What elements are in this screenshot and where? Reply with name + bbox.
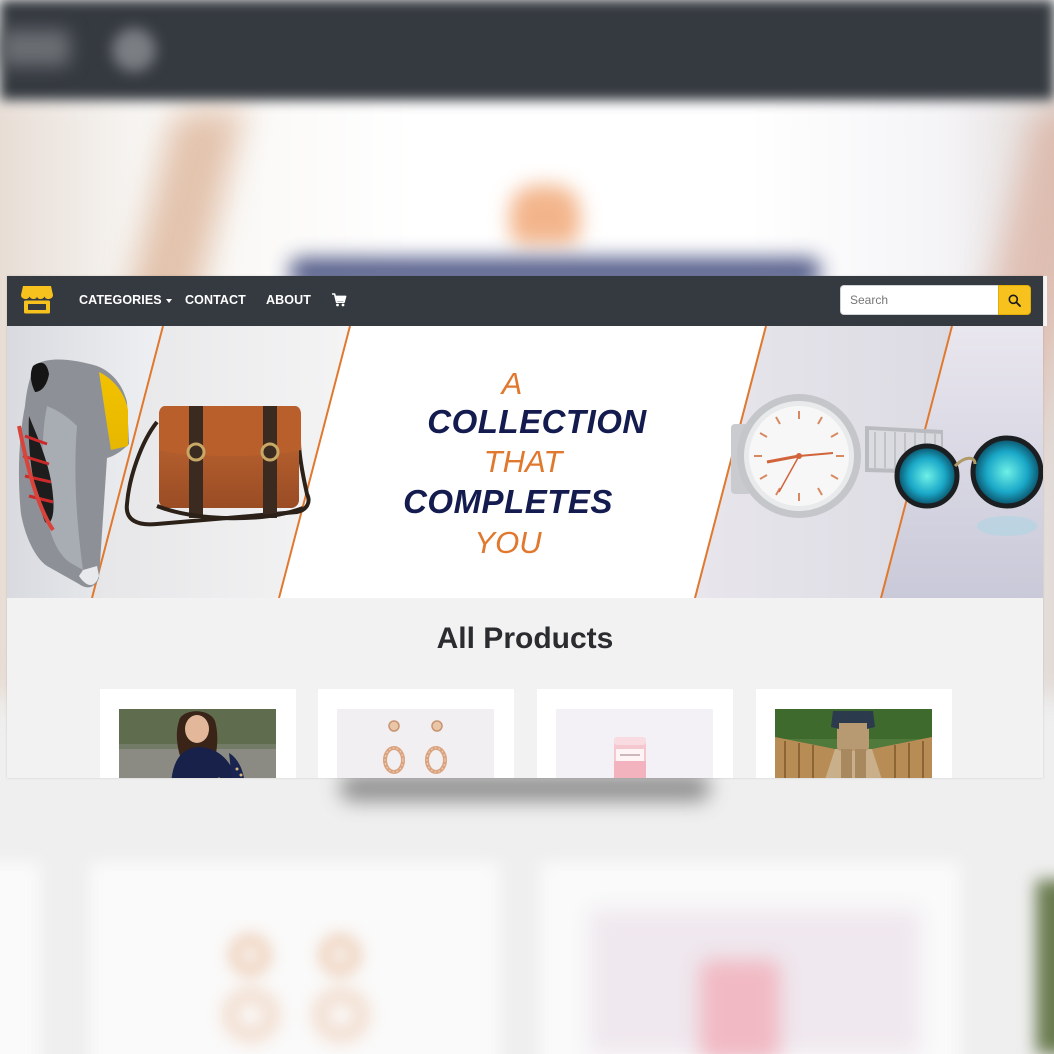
nav-about-label: ABOUT	[266, 293, 311, 307]
product-image[interactable]	[337, 709, 494, 778]
blurred-shadow	[340, 775, 710, 801]
product-image[interactable]	[775, 709, 932, 778]
hero-banner: A COLLECTION THAT COMPLETES YOU	[7, 326, 1043, 598]
hero-slogan-line: A	[501, 366, 523, 401]
blurred-card	[0, 862, 40, 1054]
hero-slogan-line: YOU	[474, 525, 542, 560]
hero-slogan-line: COMPLETES	[403, 483, 613, 520]
product-card[interactable]	[756, 689, 952, 778]
cart-icon[interactable]	[331, 292, 347, 308]
search-icon	[1008, 294, 1021, 307]
blurred-shape	[225, 990, 277, 1040]
blurred-shape	[320, 935, 360, 975]
nav-categories-label: CATEGORIES	[79, 293, 162, 307]
blurred-shape	[315, 990, 367, 1040]
store-icon[interactable]	[20, 284, 54, 314]
hero-slogan-line: THAT	[483, 444, 563, 479]
blurred-navbar	[0, 0, 1054, 100]
caret-down-icon	[165, 298, 172, 303]
navbar: CATEGORIES CONTACT ABOUT	[7, 276, 1043, 326]
window-edge	[1043, 276, 1047, 326]
blurred-shape	[700, 960, 780, 1054]
product-image[interactable]	[556, 709, 713, 778]
product-card[interactable]	[100, 689, 296, 778]
nav-about-link[interactable]: ABOUT	[266, 293, 311, 307]
blurred-shape	[230, 935, 270, 975]
nav-contact-link[interactable]: CONTACT	[185, 293, 246, 307]
browser-window: CATEGORIES CONTACT ABOUT Search A COLLEC…	[7, 276, 1043, 778]
hero-slogan-line: COLLECTION	[427, 403, 647, 440]
product-image[interactable]	[119, 709, 276, 778]
search-input[interactable]	[840, 285, 999, 315]
blurred-icon	[112, 28, 156, 72]
nav-contact-label: CONTACT	[185, 293, 246, 307]
product-card[interactable]	[318, 689, 514, 778]
nav-categories-dropdown[interactable]: CATEGORIES	[79, 293, 172, 307]
section-title: All Products	[436, 622, 614, 655]
blurred-shape	[510, 185, 580, 245]
search-button[interactable]	[998, 285, 1031, 315]
blurred-logo	[0, 30, 70, 66]
product-card[interactable]	[537, 689, 733, 778]
blurred-card	[90, 862, 500, 1054]
blurred-shape	[1036, 880, 1054, 1054]
